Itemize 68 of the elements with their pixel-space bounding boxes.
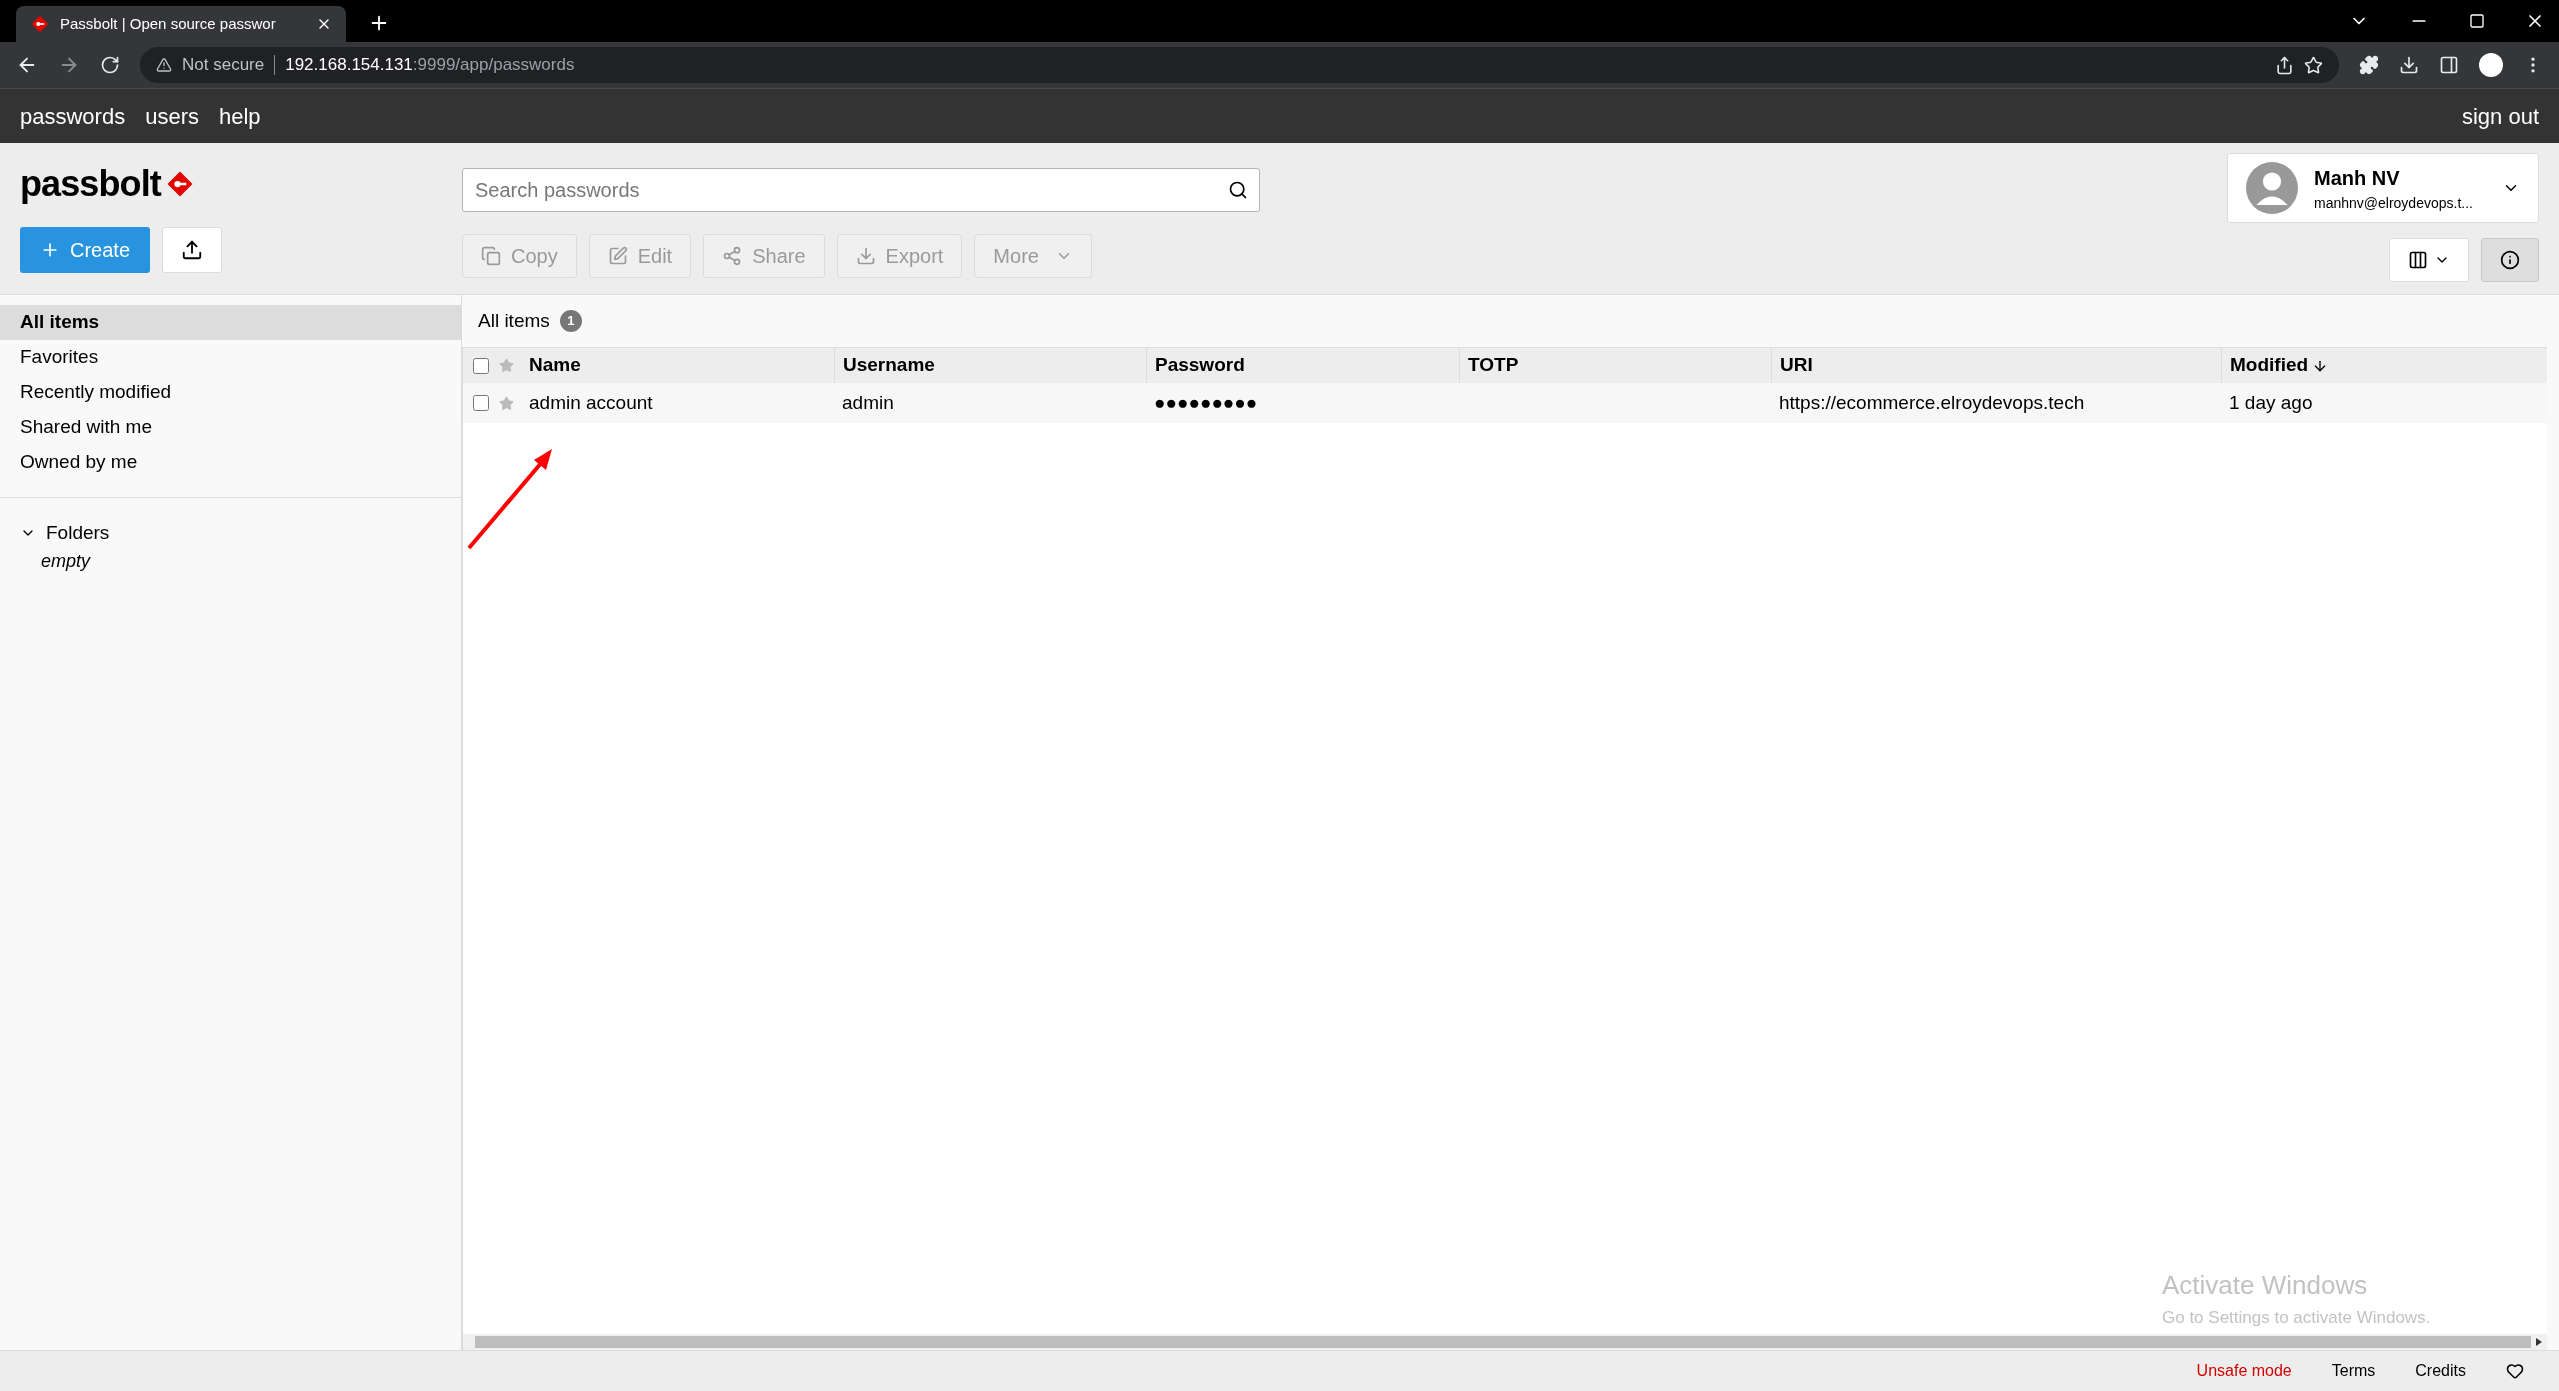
star-icon	[499, 358, 514, 373]
sidebar-item[interactable]: Owned by me	[0, 445, 461, 480]
search-field[interactable]: Search passwords	[462, 168, 1260, 212]
user-email: manhnv@elroydevops.t...	[2314, 193, 2474, 213]
reload-icon[interactable]	[100, 55, 120, 75]
user-name: Manh NV	[2314, 165, 2401, 191]
breadcrumb: All items	[478, 308, 550, 333]
sidebar-item[interactable]: Shared with me	[0, 410, 461, 445]
copy-icon	[481, 246, 501, 266]
table-cell-text: https://ecommerce.elroydevops.tech	[1779, 390, 2085, 415]
download-icon	[855, 246, 876, 266]
upload-icon	[181, 239, 204, 261]
logo-text: passbolt	[20, 162, 161, 206]
avatar-icon	[2246, 162, 2298, 214]
sidebar-item[interactable]: Recently modified	[0, 375, 461, 410]
upload-button[interactable]	[162, 227, 223, 273]
favicon-icon	[30, 14, 50, 34]
share-icon	[722, 246, 743, 266]
download-icon[interactable]	[2399, 55, 2419, 75]
browser-tab[interactable]: Passbolt | Open source passwor	[16, 6, 346, 42]
scroll-right-icon[interactable]	[2534, 1337, 2544, 1347]
profile-icon[interactable]	[2479, 53, 2503, 77]
edit-icon	[607, 246, 628, 266]
url-text: 192.168.154.131:9999/app/passwords	[285, 54, 575, 77]
sidebar-item[interactable]: All items	[0, 305, 461, 340]
extensions-icon[interactable]	[2359, 55, 2379, 75]
nav-link[interactable]: passwords	[20, 99, 126, 133]
address-bar[interactable]: Not secure 192.168.154.131:9999/app/passwords	[140, 47, 2339, 83]
count-badge: 1	[559, 310, 582, 332]
table-cell-text: 1 day ago	[2229, 390, 2313, 415]
share-icon[interactable]	[2275, 55, 2294, 75]
search-icon[interactable]	[1228, 180, 1248, 200]
table-cell-text: ●●●●●●●●●	[1154, 390, 1258, 415]
folders-label[interactable]: Folders	[46, 518, 110, 548]
table-cell-text: admin account	[529, 390, 653, 415]
restore-icon[interactable]	[2469, 13, 2485, 29]
scrollbar-thumb[interactable]	[475, 1336, 2531, 1348]
column-header[interactable]: Name	[529, 351, 581, 380]
column-header[interactable]: TOTP	[1468, 351, 1519, 380]
info-button[interactable]	[2481, 238, 2539, 282]
columns-button[interactable]	[2389, 238, 2469, 282]
sidebar-item[interactable]: Favorites	[0, 340, 461, 375]
tab-title: Passbolt | Open source passwor	[60, 13, 277, 34]
favorite-star-icon[interactable]	[499, 395, 514, 411]
sign-out-link[interactable]: sign out	[2461, 99, 2539, 133]
select-all-checkbox[interactable]	[473, 357, 489, 374]
table-cell-text: admin	[842, 390, 894, 415]
footer-link[interactable]: Terms	[2331, 1359, 2376, 1383]
info-icon	[2500, 250, 2520, 270]
heart-icon[interactable]	[2506, 1362, 2524, 1380]
column-header[interactable]: URI	[1780, 351, 1813, 380]
nav-link[interactable]: help	[218, 99, 261, 133]
row-checkbox[interactable]	[473, 395, 489, 411]
side-panel-icon[interactable]	[2439, 55, 2459, 75]
columns-icon	[2408, 250, 2428, 270]
footer-link[interactable]: Unsafe mode	[2196, 1359, 2292, 1383]
column-header[interactable]: Password	[1155, 351, 1245, 380]
footer-link[interactable]: Credits	[2415, 1359, 2466, 1383]
column-header[interactable]: Modified	[2230, 351, 2329, 380]
user-card[interactable]: Manh NV manhnv@elroydevops.t...	[2227, 153, 2539, 223]
security-label: Not secure	[182, 54, 265, 77]
notice-text: Go to Settings to activate Windows.	[2162, 1307, 2431, 1329]
empty-label: empty	[40, 550, 92, 573]
column-header[interactable]: Username	[843, 351, 935, 380]
warning-icon	[156, 57, 172, 73]
bookmark-star-icon[interactable]	[2304, 55, 2323, 75]
notice-title: Activate Windows	[2162, 1269, 2369, 1302]
nav-link[interactable]: users	[145, 99, 199, 133]
